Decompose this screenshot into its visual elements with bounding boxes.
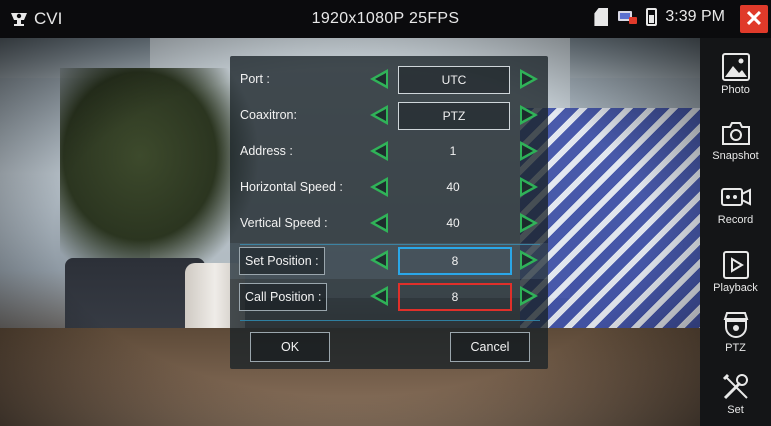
coaxitron-value[interactable]: PTZ [398,102,510,130]
setting-label: Vertical Speed : [240,216,328,230]
top-status-bar: CVI 1920x1080P 25FPS 3:39 PM ✕ [0,0,771,38]
sidebar-item-label: Playback [713,282,758,294]
setting-label: Port : [240,72,270,86]
ptz-settings-dialog: Port : UTC Coaxitron: PTZ Address : 1 Ho… [230,56,548,369]
sidebar-item-photo[interactable]: Photo [700,44,771,108]
setting-label: Address : [240,144,293,158]
setting-row-port: Port : UTC [230,62,548,98]
arrow-left-icon[interactable] [370,69,388,89]
horizontal-speed-value[interactable]: 40 [398,174,508,200]
close-button[interactable]: ✕ [740,5,768,33]
photo-icon [721,53,750,81]
setting-label: Coaxitron: [240,108,297,122]
ptz-icon [723,312,748,338]
arrow-left-icon[interactable] [370,213,388,233]
vertical-speed-value[interactable]: 40 [398,210,508,236]
set-position-value[interactable]: 8 [398,247,512,275]
call-position-value[interactable]: 8 [398,283,512,311]
setting-row-vertical-speed: Vertical Speed : 40 [230,206,548,242]
port-value[interactable]: UTC [398,66,510,94]
arrow-right-icon[interactable] [520,69,538,89]
status-icons: 3:39 PM [594,8,725,26]
arrow-right-icon[interactable] [520,105,538,125]
setting-row-call-position: Call Position : 8 [230,279,548,315]
sidebar-item-record[interactable]: Record [700,174,771,238]
set-position-button[interactable]: Set Position : [239,247,325,275]
arrow-right-icon[interactable] [520,177,538,197]
screen: CVI 1920x1080P 25FPS 3:39 PM ✕ Photo Sna… [0,0,771,426]
arrow-left-icon[interactable] [370,286,388,306]
sidebar-item-label: PTZ [725,342,746,354]
setting-row-horizontal-speed: Horizontal Speed : 40 [230,170,548,206]
arrow-left-icon[interactable] [370,141,388,161]
setting-row-set-position: Set Position : 8 [230,243,548,279]
network-icon [618,11,638,24]
sidebar-item-label: Photo [721,84,750,96]
setting-row-address: Address : 1 [230,134,548,170]
close-icon: ✕ [744,6,764,31]
setting-label: Horizontal Speed : [240,180,343,194]
arrow-left-icon[interactable] [370,250,388,270]
arrow-right-icon[interactable] [520,250,538,270]
arrow-left-icon[interactable] [370,177,388,197]
playback-icon [722,251,749,279]
sidebar-item-label: Set [727,404,744,416]
clock: 3:39 PM [665,8,725,25]
sidebar-item-snapshot[interactable]: Snapshot [700,110,771,174]
arrow-right-icon[interactable] [520,213,538,233]
sidebar-item-ptz[interactable]: PTZ [700,302,771,366]
sidebar-item-playback[interactable]: Playback [700,242,771,306]
record-icon [720,188,751,206]
address-value[interactable]: 1 [398,138,508,164]
call-position-button[interactable]: Call Position : [239,283,328,311]
setting-row-coaxitron: Coaxitron: PTZ [230,98,548,134]
divider [240,320,540,321]
right-sidebar: Photo Snapshot Record Playback PTZ Set [700,38,771,426]
battery-icon [646,8,658,26]
cancel-button[interactable]: Cancel [450,332,530,362]
ok-button[interactable]: OK [250,332,330,362]
settings-icon [722,373,748,400]
sidebar-item-label: Record [717,214,754,226]
sidebar-item-label: Snapshot [712,150,759,162]
snapshot-icon [721,122,750,145]
sidebar-item-set[interactable]: Set [700,364,771,426]
arrow-right-icon[interactable] [520,141,538,161]
arrow-right-icon[interactable] [520,286,538,306]
sd-card-icon [594,8,609,26]
arrow-left-icon[interactable] [370,105,388,125]
